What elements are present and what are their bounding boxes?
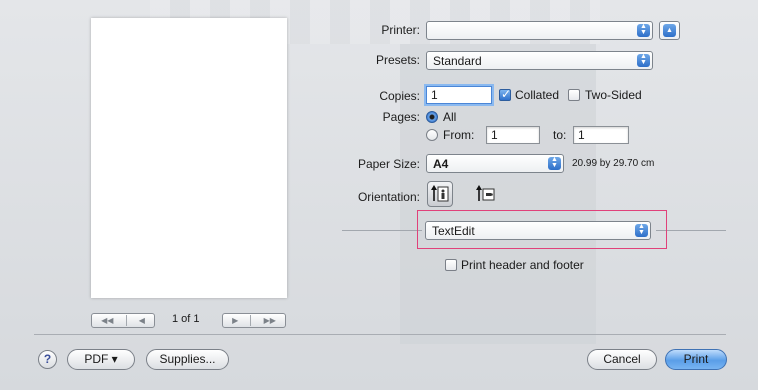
presets-popup[interactable]: Standard ▲ ▼ <box>426 51 653 70</box>
print-header-footer-label: Print header and footer <box>461 258 584 272</box>
page-count: 1 of 1 <box>172 313 200 325</box>
portrait-orientation-icon <box>431 185 449 202</box>
paper-size-popup[interactable]: A4 ▲ ▼ <box>426 154 564 173</box>
pages-to-label: to: <box>553 128 567 142</box>
footer-separator <box>34 334 726 335</box>
pages-to-field[interactable]: 1 <box>573 126 629 144</box>
paper-size-label: Paper Size: <box>357 157 420 171</box>
annotation-highlight-box <box>417 210 667 249</box>
orientation-label: Orientation: <box>357 190 420 204</box>
printer-popup[interactable]: ▲ ▼ <box>426 21 653 40</box>
print-dialog: ◀◀ ◀ 1 of 1 ▶ ▶▶ Printer: ▲ ▼ ▲ Presets: … <box>0 0 758 390</box>
two-sided-checkbox[interactable] <box>568 89 580 101</box>
copies-field[interactable]: 1 <box>426 86 492 104</box>
landscape-orientation-icon <box>476 185 495 201</box>
last-page-icon[interactable]: ▶▶ <box>264 316 276 325</box>
cancel-button[interactable]: Cancel <box>587 349 657 370</box>
disclosure-button[interactable]: ▲ <box>659 21 680 40</box>
print-button[interactable]: Print <box>665 349 727 370</box>
preview-forward-buttons[interactable]: ▶ ▶▶ <box>222 313 286 328</box>
two-sided-label: Two-Sided <box>585 88 642 102</box>
supplies-button[interactable]: Supplies... <box>146 349 229 370</box>
next-page-icon[interactable]: ▶ <box>232 316 238 325</box>
landscape-orientation-button[interactable] <box>472 181 498 207</box>
collated-label: Collated <box>515 88 560 102</box>
pages-all-radio[interactable] <box>426 111 438 123</box>
section-divider-left <box>342 230 422 231</box>
presets-label: Presets: <box>375 53 420 67</box>
pages-from-label: From: <box>443 128 475 142</box>
portrait-orientation-button[interactable] <box>427 181 453 207</box>
print-header-footer-checkbox[interactable] <box>445 259 457 271</box>
pages-from-field[interactable]: 1 <box>486 126 540 144</box>
first-page-icon[interactable]: ◀◀ <box>101 316 113 325</box>
pages-all-label: All <box>443 110 457 124</box>
copies-label: Copies: <box>379 89 420 103</box>
disclosure-triangle-icon: ▲ <box>663 24 676 37</box>
pages-label: Pages: <box>382 110 420 124</box>
printer-label: Printer: <box>381 23 420 37</box>
popup-arrows-icon: ▲ ▼ <box>637 23 650 37</box>
paper-dimensions: 20.99 by 29.70 cm <box>572 158 655 169</box>
popup-arrows-icon: ▲ ▼ <box>548 156 561 170</box>
presets-value: Standard <box>433 54 482 68</box>
pdf-button[interactable]: PDF ▾ <box>67 349 135 370</box>
preview-back-buttons[interactable]: ◀◀ ◀ <box>91 313 155 328</box>
help-button[interactable]: ? <box>38 350 57 369</box>
paper-size-value: A4 <box>433 157 449 171</box>
collated-checkbox[interactable] <box>499 87 511 101</box>
page-preview <box>91 18 287 298</box>
previous-page-icon[interactable]: ◀ <box>139 316 145 325</box>
popup-arrows-icon: ▲ ▼ <box>637 53 650 67</box>
pages-from-radio[interactable] <box>426 129 438 141</box>
